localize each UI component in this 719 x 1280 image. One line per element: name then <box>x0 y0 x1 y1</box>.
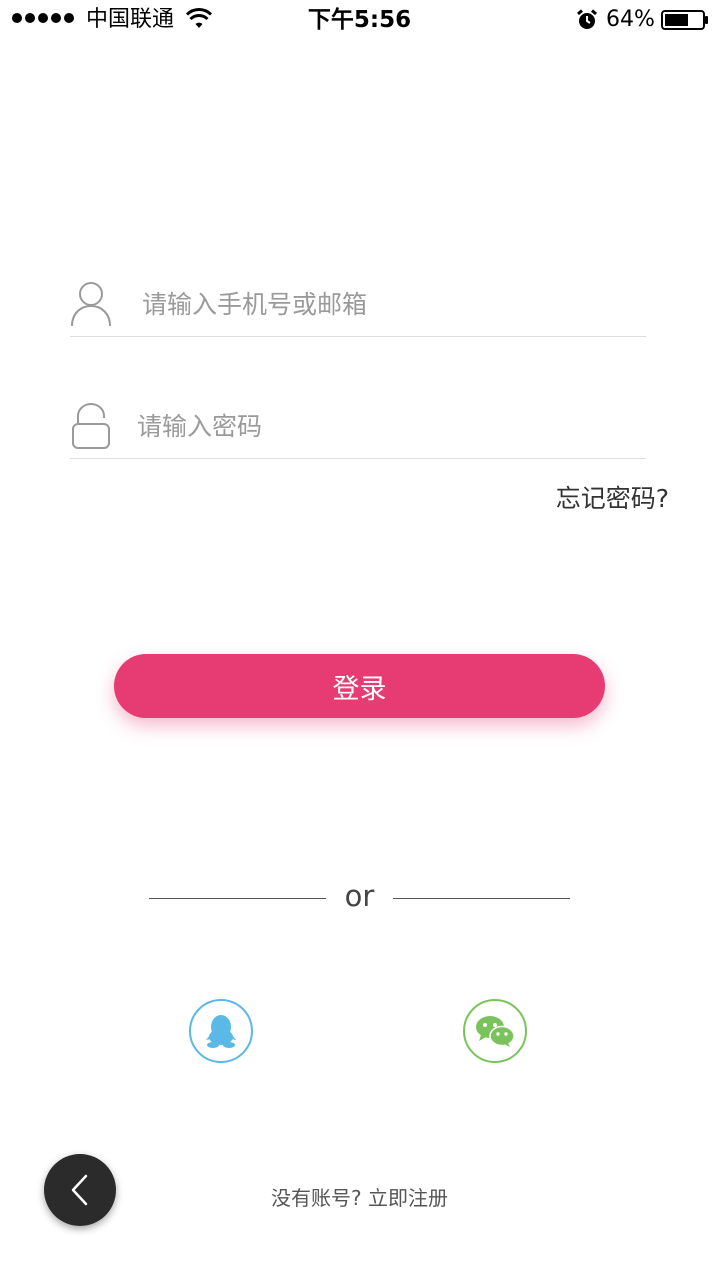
user-icon <box>71 282 111 327</box>
username-input[interactable] <box>142 290 622 319</box>
divider-line-left <box>149 898 326 899</box>
battery-icon <box>661 10 708 30</box>
login-button[interactable]: 登录 <box>114 654 605 718</box>
username-field <box>70 278 646 337</box>
divider-line-right <box>393 898 570 899</box>
password-field <box>70 400 646 459</box>
qq-login-button[interactable] <box>189 999 253 1063</box>
lock-icon <box>72 403 110 449</box>
register-link[interactable]: 没有账号? 立即注册 <box>0 1184 719 1212</box>
forgot-password-link[interactable]: 忘记密码? <box>556 482 669 516</box>
divider-or-text: or <box>344 879 375 913</box>
battery-percent: 64% <box>606 7 655 32</box>
password-input[interactable] <box>137 412 617 441</box>
wechat-login-button[interactable] <box>463 999 527 1063</box>
status-bar: 中国联通 下午5:56 64% <box>0 0 719 40</box>
alarm-icon <box>577 9 597 29</box>
qq-icon <box>206 1015 236 1048</box>
wechat-icon <box>476 1016 515 1047</box>
